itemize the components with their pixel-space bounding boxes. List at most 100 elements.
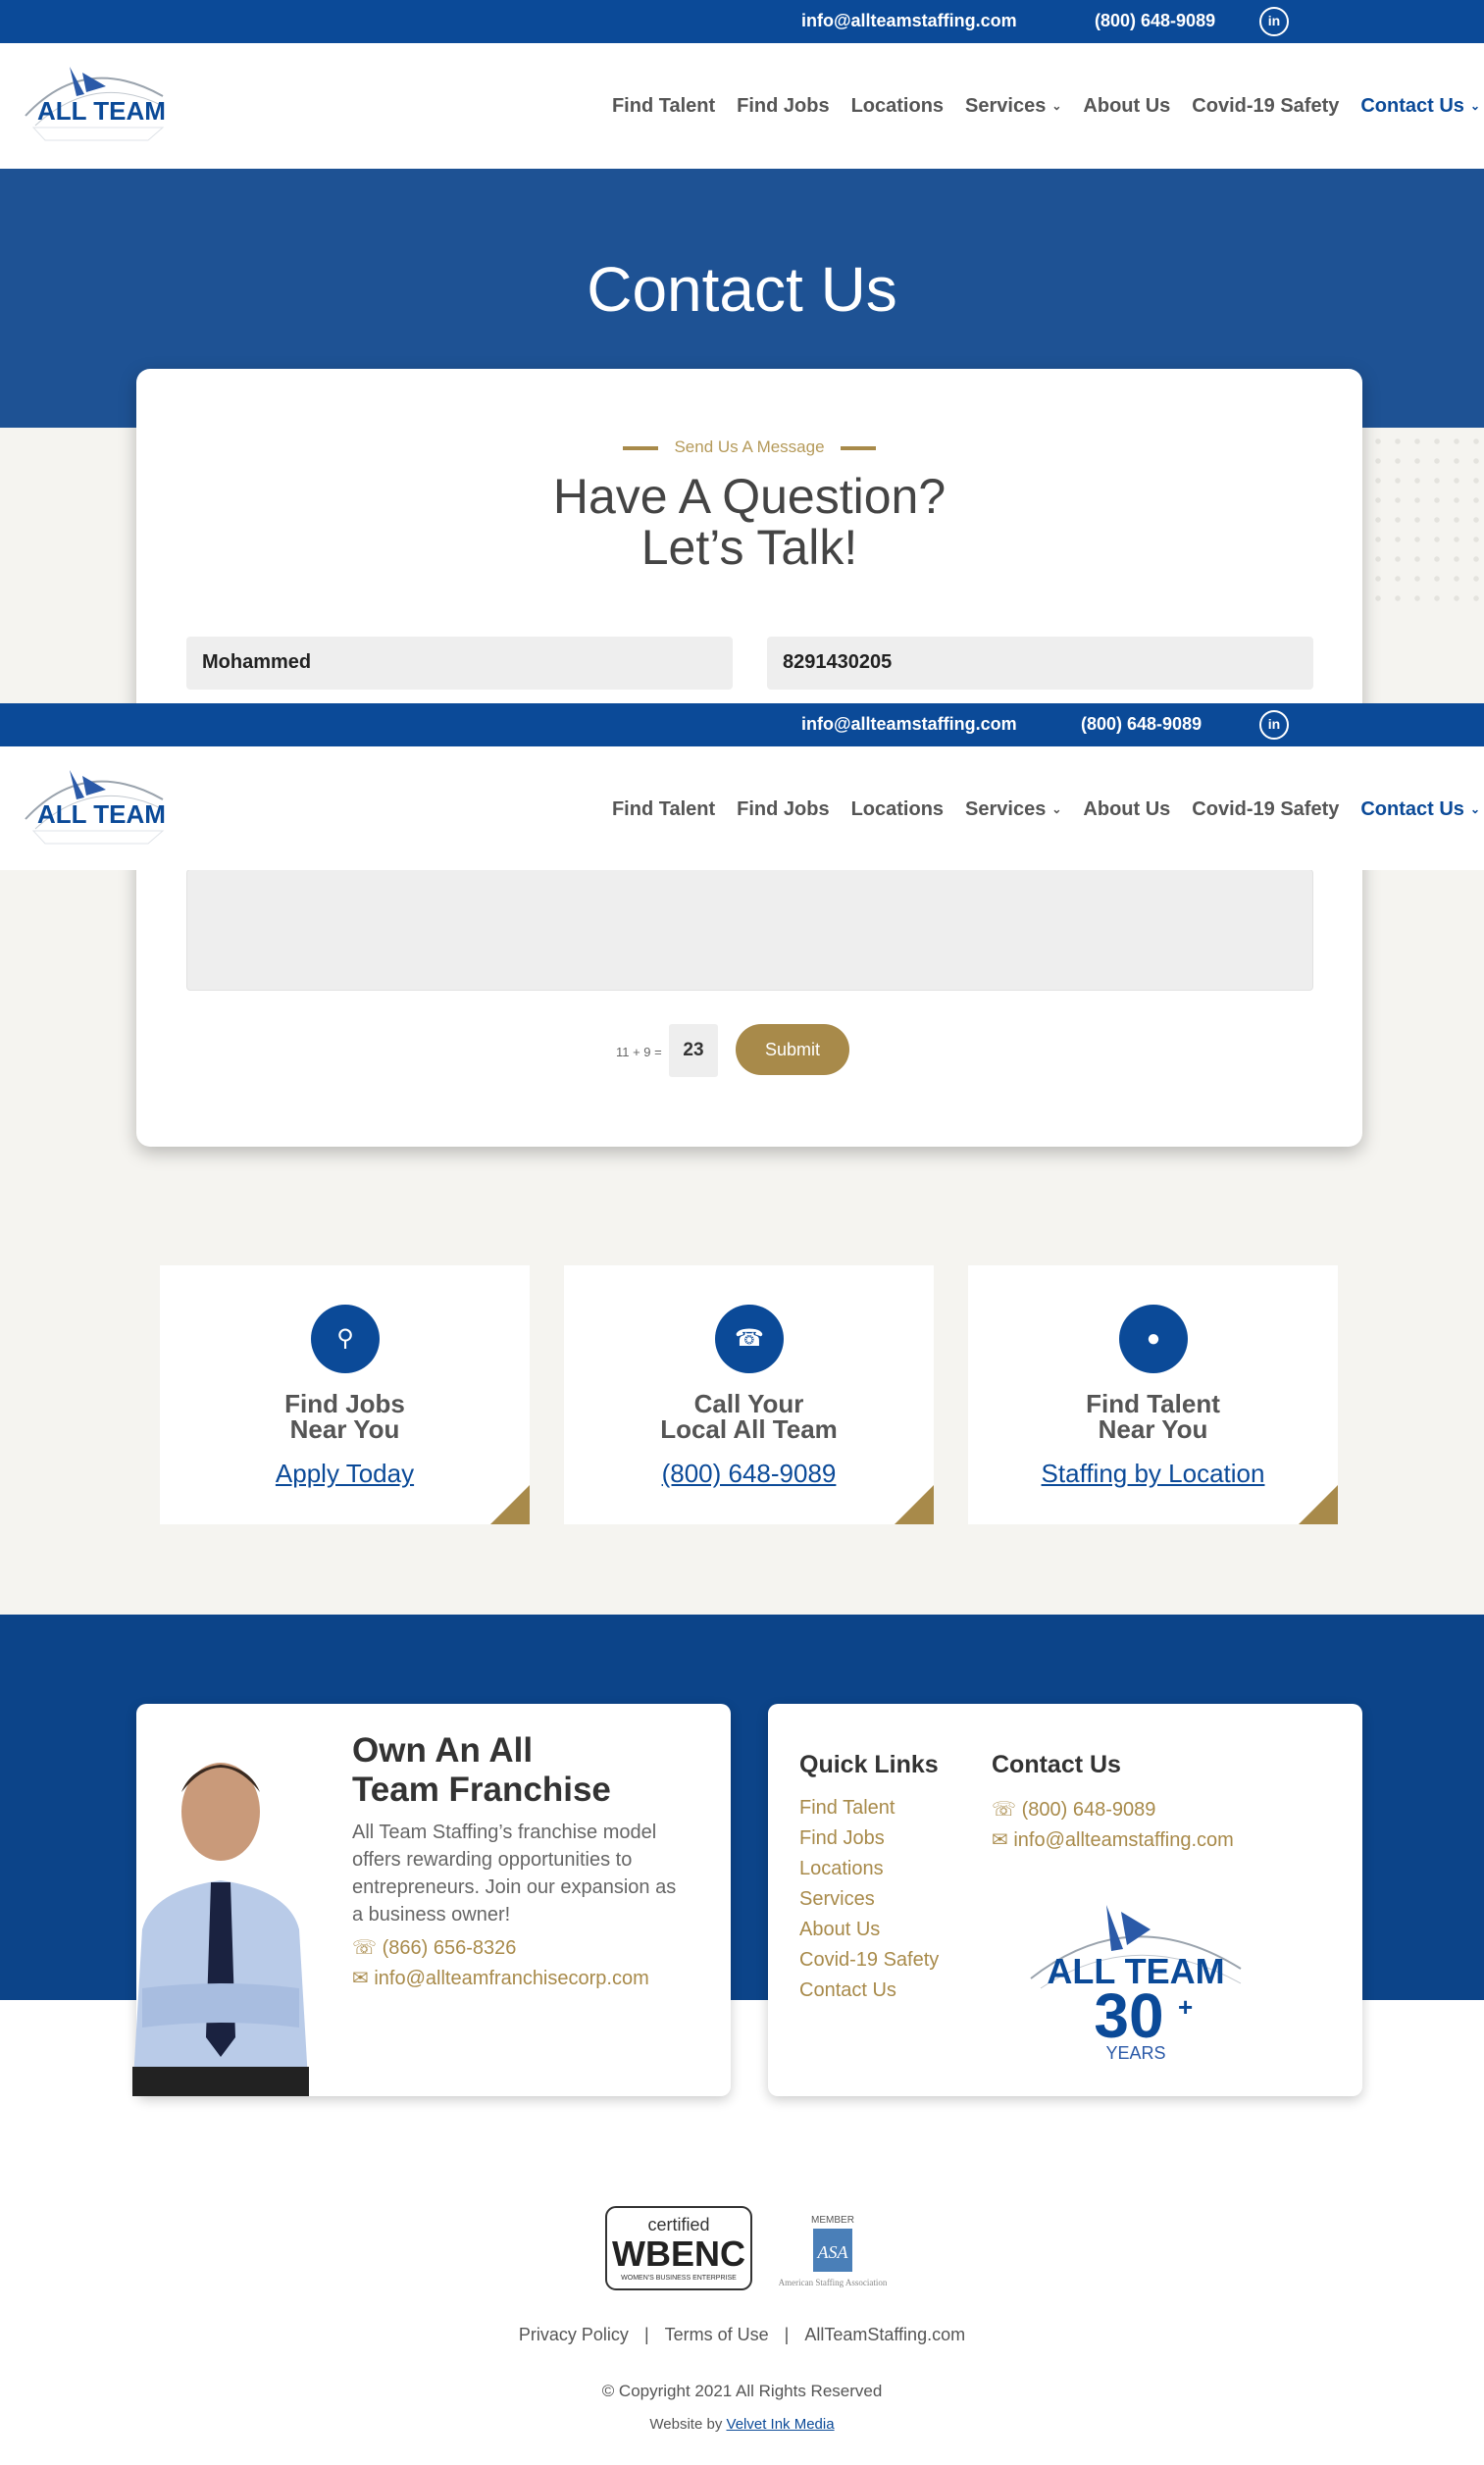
linkedin-icon[interactable]: in [1259,7,1289,36]
svg-text:+: + [1178,1992,1193,2022]
mail-icon: ✉ [352,1968,369,1989]
footer-link-find-jobs[interactable]: Find Jobs [799,1827,885,1850]
nav-find-jobs[interactable]: Find Jobs [737,95,829,119]
copyright: © Copyright 2021 All Rights Reserved [601,2382,883,2400]
nav-find-talent[interactable]: Find Talent [612,798,715,822]
30-years-badge: ALL TEAM 30 + YEARS [1030,1905,1242,2063]
nav-find-talent[interactable]: Find Talent [612,95,715,119]
contact-title: Contact Us [992,1751,1121,1778]
svg-text:ALL TEAM: ALL TEAM [37,96,166,126]
nav-about-us[interactable]: About Us [1083,798,1170,822]
credit-prefix: Website by [649,2416,723,2433]
site-link[interactable]: AllTeamStaffing.com [804,2325,965,2344]
svg-text:YEARS: YEARS [1105,2043,1165,2063]
velvet-ink-link[interactable]: Velvet Ink Media [727,2416,835,2433]
sticky-logo[interactable]: ALL TEAM [16,760,177,851]
nav-services-label: Services [965,798,1047,820]
franchise-email-row[interactable]: ✉ info@allteamfranchisecorp.com [352,1966,649,1990]
nav-contact-us[interactable]: Contact Us ⌄ [1360,798,1480,822]
asa-member-logo: MEMBER ASA American Staffing Association [779,2215,887,2287]
phone-field[interactable]: 8291430205 [767,637,1313,690]
sticky-email-link[interactable]: info@allteamstaffing.com [801,714,1017,735]
form-heading-line1: Have A Question? [552,469,947,524]
linkedin-icon[interactable]: in [1259,710,1289,740]
footer-link-find-talent[interactable]: Find Talent [799,1797,895,1820]
submit-button[interactable]: Submit [736,1024,849,1075]
chevron-down-icon: ⌄ [1051,802,1062,816]
staffing-location-link[interactable]: Staffing by Location [968,1459,1338,1489]
sticky-nav: Find Talent Find Jobs Locations Services… [612,798,1484,822]
footer-email-row[interactable]: ✉ info@allteamstaffing.com [992,1827,1234,1852]
person-icon: ● [1119,1305,1188,1373]
message-field[interactable] [186,869,1313,991]
franchise-body: All Team Staffing’s franchise model offe… [352,1822,677,1926]
mail-icon: ✉ [992,1829,1008,1851]
svg-text:MEMBER: MEMBER [811,2215,854,2226]
nav-about-us[interactable]: About Us [1083,95,1170,119]
terms-link[interactable]: Terms of Use [665,2325,769,2344]
find-talent-card: ● Find Talent Near You Staffing by Locati… [968,1265,1338,1524]
franchise-phone-row[interactable]: ☏ (866) 656-8326 [352,1935,516,1960]
nav-locations[interactable]: Locations [851,798,944,822]
svg-text:ALL TEAM: ALL TEAM [37,799,166,829]
dot-pattern [1368,432,1484,608]
nav-locations[interactable]: Locations [851,95,944,119]
quick-links-card: Quick Links Find Talent Find Jobs Locati… [768,1704,1362,2096]
card-title: Find Jobs Near You [284,1389,405,1444]
svg-text:certified: certified [647,2215,709,2234]
sticky-top-bar: info@allteamstaffing.com (800) 648-9089 … [0,703,1484,746]
svg-text:WOMEN'S BUSINESS ENTERPRISE: WOMEN'S BUSINESS ENTERPRISE [621,2275,737,2282]
call-card: ☎ Call Your Local All Team (800) 648-9089 [564,1265,934,1524]
apply-today-link[interactable]: Apply Today [160,1459,530,1489]
phone-icon: ☏ [992,1799,1017,1821]
main-nav: Find Talent Find Jobs Locations Services… [612,95,1484,119]
nav-find-jobs[interactable]: Find Jobs [737,798,829,822]
phone-icon: ☏ [352,1937,378,1959]
logo[interactable]: ALL TEAM [16,57,177,148]
form-heading-line2: Let’s Talk! [640,520,858,575]
eyebrow-text: Send Us A Message [674,437,825,456]
card-title: Find Talent Near You [1086,1389,1220,1444]
franchise-email: info@allteamfranchisecorp.com [374,1968,649,1989]
top-email-link[interactable]: info@allteamstaffing.com [801,11,1017,31]
franchise-card: Own An All Team Franchise All Team Staffi… [132,1704,731,2096]
website-credit: Website by Velvet Ink Media [0,2416,1484,2433]
footer-phone-row[interactable]: ☏ (800) 648-9089 [992,1797,1155,1822]
card-title: Call Your Local All Team [660,1389,838,1444]
page-title: Contact Us [587,254,897,325]
svg-text:WBENC: WBENC [612,2234,745,2274]
chevron-down-icon: ⌄ [1469,99,1480,113]
footer-link-about-us[interactable]: About Us [799,1919,880,1941]
footer-link-covid-safety[interactable]: Covid-19 Safety [799,1949,939,1972]
form-heading: Have A Question? Let’s Talk! [136,471,1362,573]
footer-link-locations[interactable]: Locations [799,1858,884,1880]
privacy-policy-link[interactable]: Privacy Policy [519,2325,629,2344]
franchise-phone: (866) 656-8326 [382,1937,517,1959]
footer-link-services[interactable]: Services [799,1888,875,1911]
quick-links-title: Quick Links [799,1751,939,1778]
chevron-down-icon: ⌄ [1051,99,1062,113]
top-phone-link[interactable]: (800) 648-9089 [1095,11,1215,31]
nav-covid-safety[interactable]: Covid-19 Safety [1192,798,1339,822]
name-field[interactable]: Mohammed [186,637,733,690]
card-corner [1299,1485,1338,1524]
nav-services[interactable]: Services ⌄ [965,95,1061,119]
nav-covid-safety[interactable]: Covid-19 Safety [1192,95,1339,119]
nav-services-label: Services [965,95,1047,117]
wbenc-logo: certified WBENC WOMEN'S BUSINESS ENTERPR… [605,2206,752,2290]
form-eyebrow: Send Us A Message [136,437,1362,457]
captcha-input[interactable]: 23 [669,1024,718,1077]
search-icon: ⚲ [311,1305,380,1373]
legal-links: Privacy Policy | Terms of Use | AllTeamStaff… [0,2325,1484,2345]
sticky-phone-link[interactable]: (800) 648-9089 [1081,714,1202,735]
nav-services[interactable]: Services ⌄ [965,798,1061,822]
top-bar: info@allteamstaffing.com (800) 648-9089 … [0,0,1484,43]
site-header: ALL TEAM Find Talent Find Jobs Locations… [0,43,1484,168]
call-phone-link[interactable]: (800) 648-9089 [564,1459,934,1489]
nav-contact-us[interactable]: Contact Us ⌄ [1360,95,1480,119]
card-corner [490,1485,530,1524]
svg-text:ASA: ASA [817,2242,849,2262]
footer-link-contact-us[interactable]: Contact Us [799,1979,896,2002]
sticky-header: ALL TEAM Find Talent Find Jobs Locations… [0,746,1484,870]
captcha-label: 11 + 9 = [616,1045,662,1059]
